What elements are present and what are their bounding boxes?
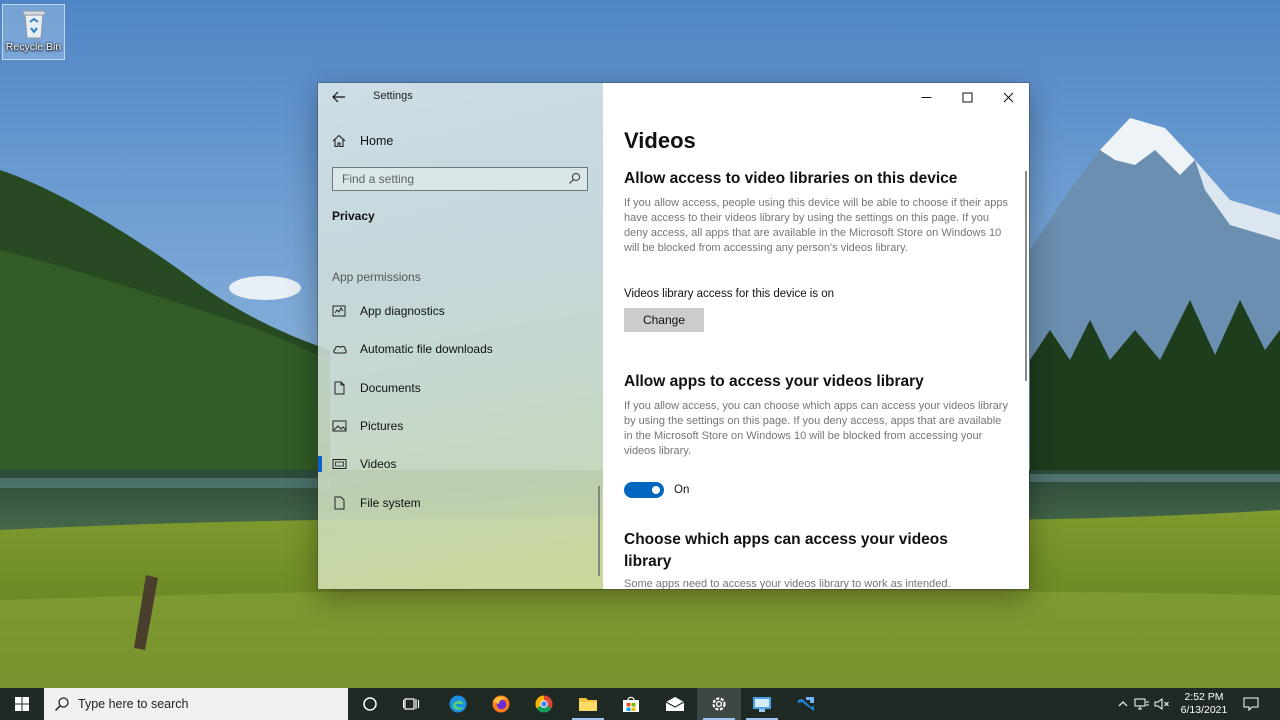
settings-window: Settings Home Privacy App permissions Ap… <box>318 83 1029 589</box>
document-icon <box>334 381 345 395</box>
taskbar-clock[interactable]: 2:52 PM 6/13/2021 <box>1172 688 1236 720</box>
chrome-icon <box>535 695 553 713</box>
nav-item-documents[interactable]: Documents <box>318 373 603 403</box>
section-title-privacy: Privacy <box>332 209 375 223</box>
nav-item-automatic-file-downloads[interactable]: Automatic file downloads <box>318 334 603 364</box>
remote-desktop-button[interactable] <box>740 688 784 720</box>
nav-item-label: Automatic file downloads <box>360 342 493 356</box>
chrome-button[interactable] <box>522 688 566 720</box>
app-access-toggle[interactable] <box>624 482 664 498</box>
selection-indicator <box>318 456 322 472</box>
nav-item-label: File system <box>360 496 421 510</box>
app-diagnostics-icon <box>332 305 346 317</box>
back-button[interactable] <box>328 87 350 107</box>
minimize-button[interactable] <box>906 83 947 111</box>
change-button[interactable]: Change <box>624 308 704 332</box>
task-view-icon <box>403 698 420 710</box>
cloud-icon <box>333 345 347 354</box>
file-explorer-icon <box>579 698 597 711</box>
maximize-button[interactable] <box>947 83 988 111</box>
visual-studio-button[interactable] <box>784 688 828 720</box>
section-heading-device-access: Allow access to video libraries on this … <box>624 170 958 187</box>
toggle-knob <box>652 486 660 494</box>
nav-item-pictures[interactable]: Pictures <box>318 411 603 441</box>
nav-item-file-system[interactable]: File system <box>318 488 603 518</box>
start-button[interactable] <box>0 688 44 720</box>
find-setting-search <box>332 167 588 191</box>
edge-button[interactable] <box>436 688 480 720</box>
edge-icon <box>449 695 467 713</box>
recycle-bin-label: Recycle Bin <box>5 41 62 53</box>
picture-icon <box>332 420 347 432</box>
nav-item-videos[interactable]: Videos <box>318 449 603 479</box>
section-description-app-access: If you allow access, you can choose whic… <box>624 400 1008 457</box>
cortana-icon <box>363 697 377 711</box>
network-button[interactable] <box>1132 688 1152 720</box>
nav-item-label: Videos <box>360 457 397 471</box>
notification-icon <box>1243 697 1259 711</box>
back-arrow-icon <box>332 91 345 103</box>
chevron-up-icon <box>1118 701 1128 707</box>
search-icon[interactable] <box>568 172 581 185</box>
volume-muted-icon <box>1154 698 1169 710</box>
recycle-bin-icon <box>22 10 45 39</box>
search-icon <box>54 697 69 712</box>
close-icon <box>1003 92 1014 102</box>
find-setting-input[interactable] <box>333 172 553 186</box>
settings-taskbar-button[interactable] <box>697 688 741 720</box>
device-access-status: Videos library access for this device is… <box>624 288 835 300</box>
visual-studio-icon <box>798 697 814 711</box>
clock-date: 6/13/2021 <box>1180 704 1228 716</box>
title-bar: Settings <box>318 83 603 111</box>
settings-icon <box>712 697 726 711</box>
nav-scrollbar[interactable] <box>598 486 600 576</box>
file-icon <box>334 496 345 510</box>
nav-home[interactable]: Home <box>318 129 603 153</box>
settings-nav-pane: Settings Home Privacy App permissions Ap… <box>318 83 603 589</box>
settings-content-pane: Videos Allow access to video libraries o… <box>603 83 1029 589</box>
recycle-bin-shortcut[interactable]: Recycle Bin <box>2 4 65 60</box>
maximize-icon <box>962 92 973 102</box>
nav-item-label: Documents <box>360 381 421 395</box>
minimize-icon <box>921 96 932 98</box>
app-title: Settings <box>373 90 413 102</box>
home-icon <box>332 134 346 148</box>
task-view-button[interactable] <box>390 688 434 720</box>
group-title-app-permissions: App permissions <box>332 270 421 284</box>
taskbar-search-box[interactable]: Type here to search <box>44 688 348 720</box>
nav-item-app-diagnostics[interactable]: App diagnostics <box>318 296 603 326</box>
windows-logo-icon <box>15 697 29 711</box>
store-button[interactable] <box>609 688 653 720</box>
clock-time: 2:52 PM <box>1184 691 1224 703</box>
section-heading-app-access: Allow apps to access your videos library <box>624 373 924 390</box>
toggle-state-label: On <box>674 484 690 496</box>
section-description-device-access: If you allow access, people using this d… <box>624 197 1008 254</box>
nav-item-label: Pictures <box>360 419 404 433</box>
window-controls <box>906 83 1029 111</box>
nav-item-label: App diagnostics <box>360 304 445 318</box>
firefox-icon <box>492 695 510 713</box>
remote-desktop-icon <box>753 697 771 712</box>
file-explorer-button[interactable] <box>566 688 610 720</box>
firefox-button[interactable] <box>479 688 523 720</box>
nav-home-label: Home <box>360 134 394 148</box>
mail-button[interactable] <box>653 688 697 720</box>
taskbar: Type here to search 2:52 PM 6/13/2021 <box>0 688 1280 720</box>
store-icon <box>623 696 639 712</box>
page-title: Videos <box>624 128 696 153</box>
volume-button[interactable] <box>1152 688 1172 720</box>
close-button[interactable] <box>988 83 1029 111</box>
action-center-button[interactable] <box>1238 688 1264 720</box>
taskbar-search-placeholder: Type here to search <box>78 697 189 711</box>
mail-icon <box>665 697 685 711</box>
cortana-button[interactable] <box>348 688 392 720</box>
section-description-choose-apps: Some apps need to access your videos lib… <box>624 578 951 589</box>
video-icon <box>332 459 347 469</box>
section-heading-choose-apps: Choose which apps can access your videos… <box>624 531 948 570</box>
show-hidden-icons-button[interactable] <box>1114 688 1132 720</box>
content-scrollbar[interactable] <box>1025 171 1027 381</box>
network-icon <box>1134 698 1149 710</box>
